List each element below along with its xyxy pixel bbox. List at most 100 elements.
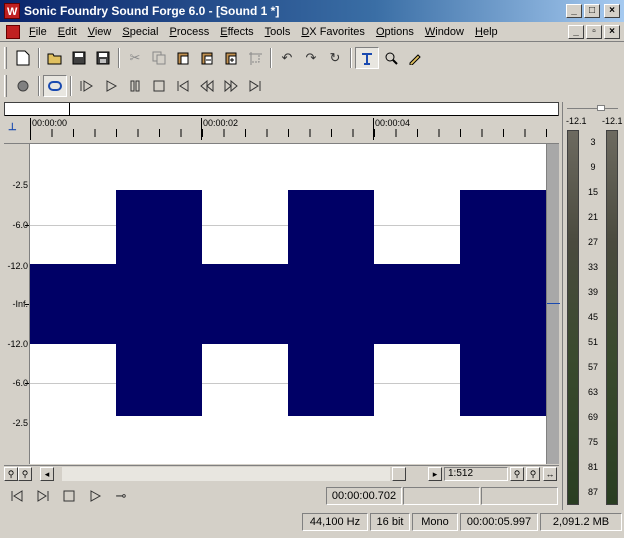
stop-icon[interactable] (56, 485, 82, 507)
menu-edit[interactable]: Edit (53, 23, 83, 41)
meter-scale-label: 75 (587, 437, 598, 447)
go-to-end-icon[interactable] (30, 485, 56, 507)
menu-help[interactable]: Help (470, 23, 504, 41)
menu-process[interactable]: Process (164, 23, 215, 41)
meter-scale-label: 81 (587, 462, 598, 472)
menu-effects[interactable]: Effects (215, 23, 259, 41)
zoom-in-icon[interactable]: ⚲ (4, 467, 18, 481)
time-ruler[interactable]: ⊥ 00:00:00 00:00:02 00:00:04 (4, 116, 559, 144)
zoom-in-time-icon[interactable]: ⚲ (510, 467, 524, 481)
doc-close-button[interactable]: × (604, 25, 620, 39)
menu-special[interactable]: Special (117, 23, 164, 41)
magnify-tool-icon[interactable] (379, 47, 403, 69)
app-icon[interactable] (4, 1, 20, 23)
scroll-thumb[interactable] (392, 467, 406, 481)
menu-tools[interactable]: Tools (260, 23, 297, 41)
zoom-out-icon[interactable]: ⚲ (18, 467, 32, 481)
record-icon[interactable] (11, 75, 35, 97)
ruler-ticks (30, 129, 559, 137)
vertical-scrollbar[interactable] (546, 144, 560, 464)
channels[interactable]: Mono (412, 513, 458, 531)
toolbar-grip[interactable] (4, 47, 7, 69)
cut-icon[interactable]: ✂ (123, 47, 147, 69)
level-tick (25, 383, 29, 384)
rewind-icon[interactable] (195, 75, 219, 97)
ruler-label: 00:00:04 (375, 118, 411, 128)
zoom-out-time-icon[interactable]: ⚲ (526, 467, 540, 481)
level-label: -12.0 (7, 339, 28, 349)
edit-tool-icon[interactable] (355, 47, 379, 69)
title-bar: Sonic Foundry Sound Forge 6.0 - [Sound 1… (0, 0, 624, 23)
forward-icon[interactable] (219, 75, 243, 97)
close-button[interactable]: × (604, 4, 620, 18)
play-all-icon[interactable] (75, 75, 99, 97)
cursor-position: 00:00:00.702 (326, 487, 402, 505)
meter-bar-left (567, 130, 579, 505)
level-label: -12.0 (7, 261, 28, 271)
trim-icon[interactable] (243, 47, 267, 69)
ruler-format-icon[interactable]: ⊥ (8, 122, 22, 136)
repeat-icon[interactable]: ↻ (323, 47, 347, 69)
overview-bar[interactable] (4, 102, 559, 116)
minimize-button[interactable]: _ (566, 4, 582, 18)
menu-options[interactable]: Options (371, 23, 420, 41)
status-bar: 44,100 Hz 16 bit Mono 00:00:05.997 2,091… (0, 511, 624, 533)
peak-left[interactable]: -12.1 (566, 116, 587, 126)
meter-scale-label: 45 (587, 312, 598, 322)
sample-rate[interactable]: 44,100 Hz (302, 513, 368, 531)
toolbar-separator (38, 76, 40, 96)
meter-scale-label: 3 (590, 137, 596, 147)
menu-dx-favorites[interactable]: DX Favorites (296, 23, 371, 41)
ruler-label: 00:00:00 (32, 118, 68, 128)
toolbar-separator (38, 48, 40, 68)
level-ruler: -2.5 -6.0 -12.0 -Inf. -12.0 -6.0 -2.5 (4, 144, 30, 464)
stop-icon[interactable] (147, 75, 171, 97)
maximize-button[interactable]: □ (584, 4, 600, 18)
ruler-major-tick (201, 118, 202, 140)
scroll-right-icon[interactable]: ▸ (428, 467, 442, 481)
copy-icon[interactable] (147, 47, 171, 69)
scroll-left-icon[interactable]: ◂ (40, 467, 54, 481)
loop-icon[interactable] (43, 75, 67, 97)
new-icon[interactable] (11, 47, 35, 69)
meter-scale-label: 33 (587, 262, 598, 272)
play-icon[interactable] (82, 485, 108, 507)
scroll-track[interactable] (62, 467, 390, 481)
paste-mix-icon[interactable] (195, 47, 219, 69)
save-icon[interactable] (67, 47, 91, 69)
meter-divider (567, 108, 618, 109)
pencil-tool-icon[interactable] (403, 47, 427, 69)
paste-icon[interactable] (171, 47, 195, 69)
meter-scale-label: 27 (587, 237, 598, 247)
go-to-end-icon[interactable] (243, 75, 267, 97)
standard-toolbar: ✂ ↶ ↷ ↻ (2, 44, 427, 72)
waveform-display[interactable] (30, 144, 546, 464)
open-icon[interactable] (43, 47, 67, 69)
go-to-start-icon[interactable] (4, 485, 30, 507)
menu-file[interactable]: File (24, 23, 53, 41)
undo-icon[interactable]: ↶ (275, 47, 299, 69)
pause-icon[interactable] (123, 75, 147, 97)
play-icon[interactable] (99, 75, 123, 97)
zoom-level-icon[interactable]: ↔ (543, 467, 557, 481)
toolbar-grip[interactable] (4, 75, 7, 97)
doc-restore-button[interactable]: ▫ (586, 25, 602, 39)
peak-right[interactable]: -12.1 (602, 116, 623, 126)
paste-new-icon[interactable] (219, 47, 243, 69)
menu-window[interactable]: Window (420, 23, 470, 41)
meter-scale-label: 51 (587, 337, 598, 347)
save-as-icon[interactable] (91, 47, 115, 69)
bit-depth[interactable]: 16 bit (370, 513, 410, 531)
document-icon[interactable] (6, 25, 20, 39)
play-as-sample-icon[interactable]: ⊸ (108, 485, 134, 507)
zoom-ratio: 1:512 (444, 467, 508, 481)
doc-minimize-button[interactable]: _ (568, 25, 584, 39)
go-to-start-icon[interactable] (171, 75, 195, 97)
menu-bar: File Edit View Special Process Effects T… (0, 22, 624, 42)
redo-icon[interactable]: ↷ (299, 47, 323, 69)
toolbar-separator (70, 76, 72, 96)
ruler-major-tick (30, 118, 31, 140)
meter-grip[interactable] (597, 105, 605, 111)
toolbar-separator (350, 48, 352, 68)
menu-view[interactable]: View (83, 23, 118, 41)
